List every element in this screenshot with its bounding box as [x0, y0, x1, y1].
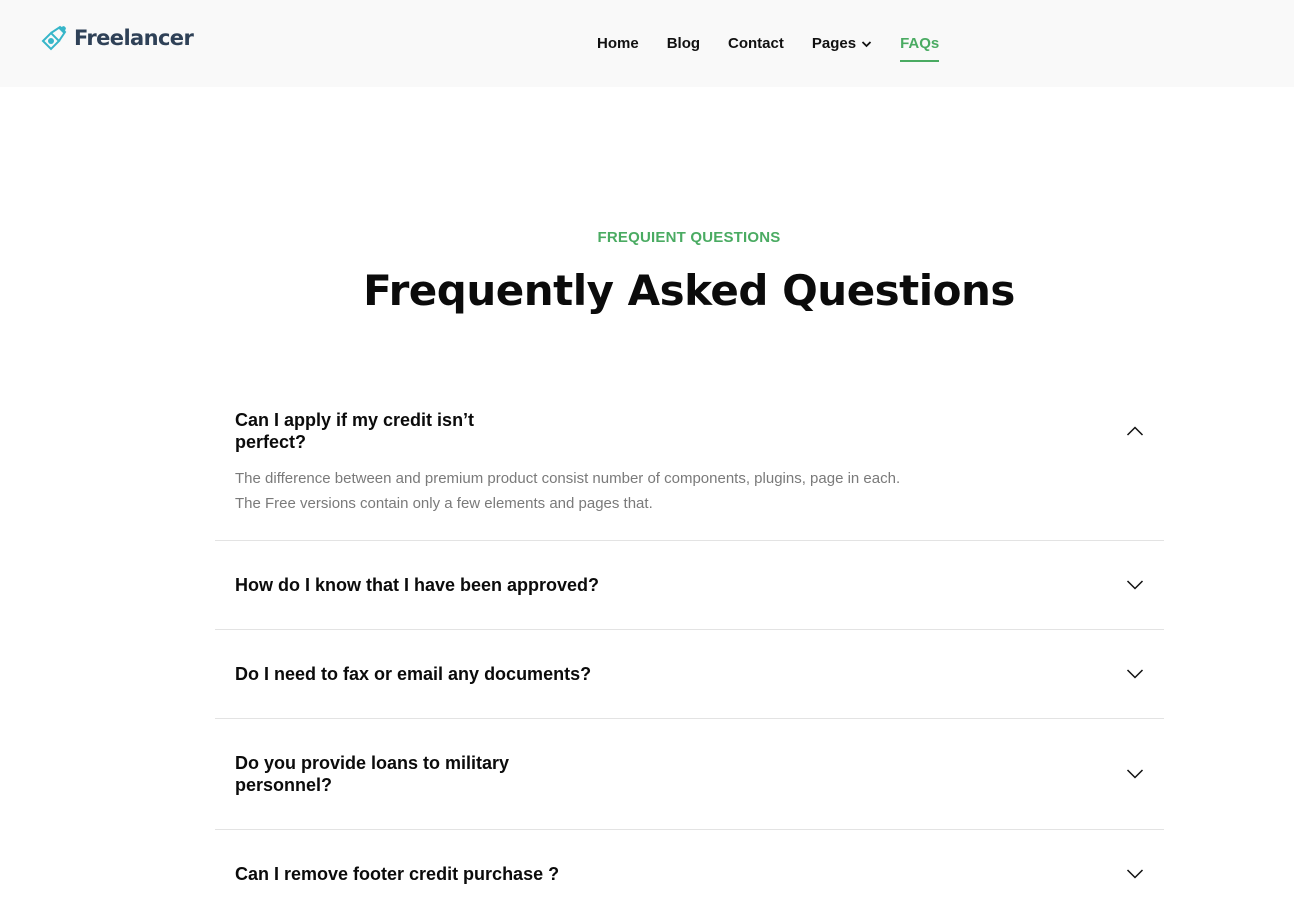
chevron-down-icon — [861, 40, 872, 47]
faq-item: Can I apply if my credit isn’t perfect? … — [215, 392, 1164, 541]
faq-toggle[interactable]: Can I remove footer credit purchase ? — [215, 830, 1164, 905]
chevron-down-icon — [1126, 669, 1144, 679]
faq-toggle[interactable]: Do I need to fax or email any documents? — [215, 630, 1164, 718]
rocket-logo-icon — [41, 25, 67, 51]
faq-answer: The difference between and premium produ… — [235, 470, 901, 512]
faq-toggle[interactable]: How do I know that I have been approved? — [215, 541, 1164, 629]
faq-item: How do I know that I have been approved? — [215, 541, 1164, 630]
nav-item-label: Home — [597, 35, 639, 52]
nav-item-faqs[interactable]: FAQs — [900, 26, 940, 62]
nav-item-label: Pages — [811, 35, 857, 52]
faq-question: How do I know that I have been approved? — [235, 575, 600, 595]
nav-item-label: Blog — [666, 35, 701, 52]
chevron-down-icon — [1126, 580, 1144, 590]
nav-item-home[interactable]: Home — [597, 26, 639, 62]
logo-text: Freelancer — [74, 26, 194, 50]
faq-toggle[interactable]: Can I apply if my credit isn’t perfect? — [215, 409, 1164, 453]
faq-question: Do you provide loans to military personn… — [235, 753, 510, 795]
section-eyebrow: FREQUIENT QUESTIONS — [597, 229, 781, 246]
chevron-down-icon — [1126, 769, 1144, 779]
main-nav: Home Blog Contact Pages FAQs — [583, 0, 953, 87]
faq-item: Do I need to fax or email any documents? — [215, 630, 1164, 719]
chevron-up-icon — [1126, 426, 1144, 436]
nav-item-pages[interactable]: Pages — [812, 26, 872, 62]
chevron-down-icon — [1126, 869, 1144, 879]
nav-item-label: Contact — [728, 35, 784, 52]
site-header: Freelancer Home Blog Contact Pages FAQs — [0, 0, 1294, 87]
nav-item-contact[interactable]: Contact — [728, 26, 784, 62]
faq-toggle[interactable]: Do you provide loans to military personn… — [215, 719, 1164, 829]
faq-question: Do I need to fax or email any documents? — [235, 664, 592, 684]
nav-item-label: FAQs — [900, 35, 940, 52]
faq-item: Do you provide loans to military personn… — [215, 719, 1164, 830]
nav-item-blog[interactable]: Blog — [667, 26, 700, 62]
faq-question: Can I remove footer credit purchase ? — [235, 864, 560, 884]
faq-item: Can I remove footer credit purchase ? — [215, 830, 1164, 905]
faq-question: Can I apply if my credit isn’t perfect? — [235, 410, 475, 452]
faq-accordion: Can I apply if my credit isn’t perfect? … — [215, 392, 1164, 905]
page-title: Frequently Asked Questions — [363, 266, 1015, 315]
logo-link[interactable]: Freelancer — [40, 22, 194, 54]
